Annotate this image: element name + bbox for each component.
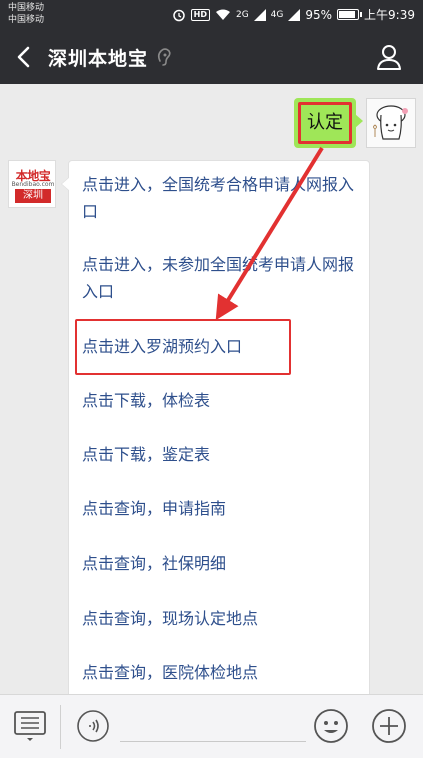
status-bar: 中国移动 中国移动 HD 2G 4G 95% 上午9:39	[0, 0, 423, 30]
link-hospital-locations[interactable]: 点击查询，医院体检地点	[82, 659, 362, 686]
network-4g-label: 4G	[270, 9, 284, 20]
battery-fill	[339, 11, 356, 18]
carrier-info: 中国移动 中国移动	[8, 2, 44, 26]
divider	[60, 705, 61, 749]
link-luohu-appointment[interactable]: 点击进入罗湖预约入口	[82, 333, 362, 360]
chat-header: 深圳本地宝	[0, 30, 423, 84]
link-application-guide[interactable]: 点击查询，申请指南	[82, 495, 362, 522]
clock: 上午9:39	[364, 8, 415, 22]
battery-percent: 95%	[305, 7, 333, 22]
status-icons: HD 2G 4G 95% 上午9:39	[172, 6, 415, 23]
logo-city: 深圳	[15, 189, 51, 203]
link-no-national-exam[interactable]: 点击进入，未参加全国统考申请人网报入口	[82, 251, 362, 305]
link-download-appraisal-form[interactable]: 点击下载，鉴定表	[82, 441, 362, 468]
link-onsite-locations[interactable]: 点击查询，现场认定地点	[82, 605, 362, 632]
link-national-exam-qualified[interactable]: 点击进入，全国统考合格申请人网报入口	[82, 171, 362, 225]
my-message-text: 认定	[298, 102, 352, 144]
wifi-icon	[215, 9, 230, 20]
my-message-bubble[interactable]: 认定	[294, 98, 363, 148]
logo-url: Bendibao.com	[11, 181, 55, 188]
carrier-1: 中国移动	[8, 3, 45, 13]
chat-title: 深圳本地宝	[48, 48, 149, 70]
link-social-security-details[interactable]: 点击查询，社保明细	[82, 550, 362, 577]
emoji-icon[interactable]	[312, 707, 350, 745]
my-avatar[interactable]	[366, 98, 416, 148]
bot-message-bubble: 点击进入，全国统考合格申请人网报入口 点击进入，未参加全国统考申请人网报入口 点…	[61, 160, 370, 694]
link-download-medical-form[interactable]: 点击下载，体检表	[82, 387, 362, 414]
battery-icon	[337, 9, 363, 20]
bot-avatar[interactable]: 本地宝 Bendibao.com 深圳	[8, 160, 56, 208]
carrier-2: 中国移动	[8, 15, 45, 25]
profile-icon[interactable]	[375, 42, 403, 72]
plus-icon[interactable]	[370, 707, 408, 745]
message-input[interactable]	[120, 741, 306, 742]
back-arrow-icon[interactable]	[10, 42, 38, 72]
chat-area[interactable]: 认定 本地宝 Bendibao.com 深圳 点击进入，全国统考合格申请人网报入…	[0, 84, 423, 694]
menu-toggle-icon[interactable]	[12, 709, 48, 743]
earpiece-mode-icon	[157, 48, 171, 66]
network-2g-label: 2G	[235, 9, 249, 20]
signal-icon-2	[288, 8, 301, 21]
voice-icon[interactable]	[76, 709, 110, 743]
signal-icon-1	[253, 8, 266, 21]
hd-badge: HD	[190, 8, 210, 21]
alarm-icon	[172, 9, 185, 21]
input-bar	[0, 694, 423, 758]
cartoon-avatar-icon	[373, 105, 408, 140]
